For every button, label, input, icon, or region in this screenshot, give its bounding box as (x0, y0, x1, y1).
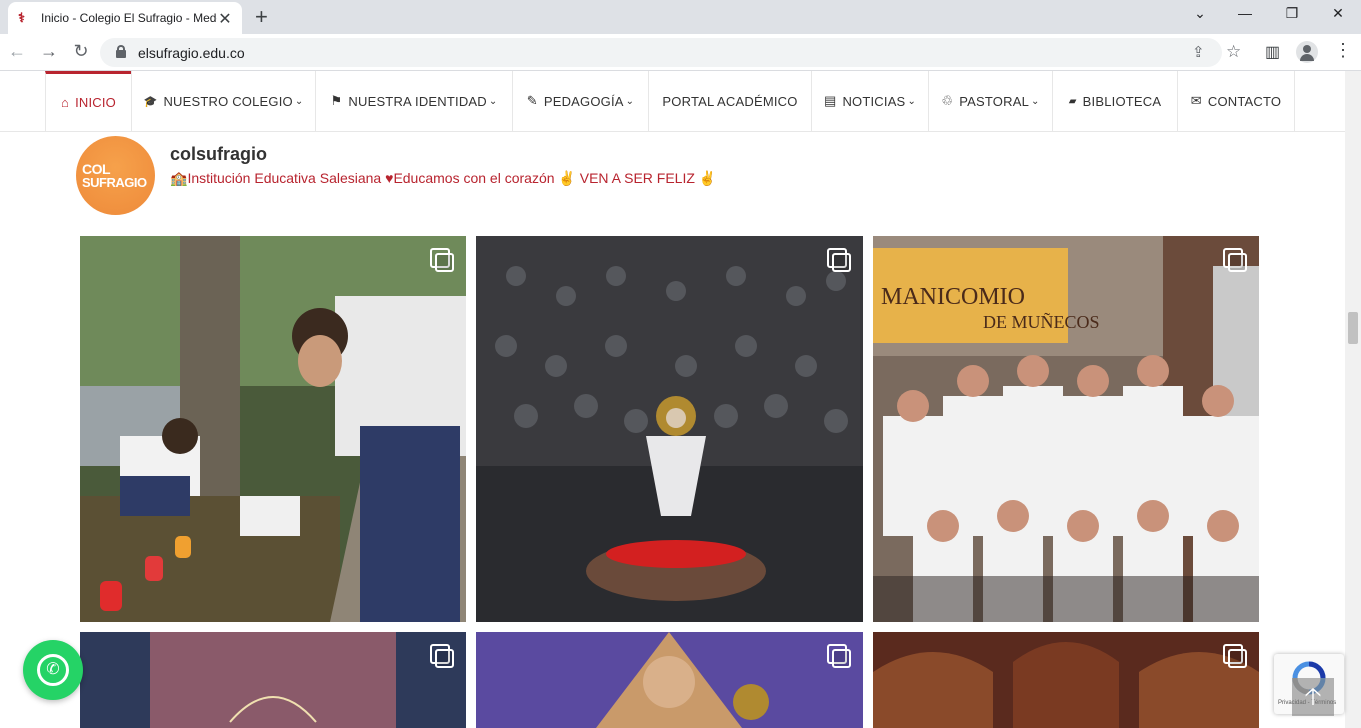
forward-button[interactable]: → (38, 41, 60, 62)
new-tab-button[interactable]: + (255, 4, 268, 30)
nav-label: CONTACTO (1207, 93, 1282, 109)
tab-search-icon[interactable]: ⌄ (1177, 5, 1223, 22)
instagram-post[interactable]: MANICOMIO DE MUÑECOS (873, 236, 1259, 622)
multiple-images-icon (827, 644, 851, 668)
back-button[interactable]: ← (6, 41, 28, 62)
site-navigation: ⌂ INICIO 🎓 NUESTRO COLEGIO ⌄ ⚑ NUESTRA I… (0, 71, 1345, 132)
post-image-ceremony (476, 236, 863, 622)
svg-text:DE MUÑECOS: DE MUÑECOS (983, 311, 1100, 332)
instagram-post[interactable] (80, 632, 466, 728)
nav-item-nuestro-colegio[interactable]: 🎓 NUESTRO COLEGIO ⌄ (131, 71, 315, 131)
side-panel-icon[interactable]: ▥ (1265, 42, 1280, 62)
nav-item-portal-academico[interactable]: PORTAL ACADÉMICO (648, 71, 811, 131)
nav-item-inicio[interactable]: ⌂ INICIO (45, 71, 131, 131)
bio-text-1: Institución Educativa Salesiana (187, 170, 386, 186)
nav-label: NUESTRO COLEGIO (163, 93, 293, 109)
victory-hand-icon: ✌ (698, 170, 717, 186)
post-image-students: MANICOMIO DE MUÑECOS (873, 236, 1259, 622)
post-image-church (873, 632, 1259, 728)
avatar-line2: SUFRAGIO (82, 175, 147, 190)
nav-label: PEDAGOGÍA (543, 93, 624, 109)
nav-label: INICIO (75, 95, 116, 110)
bio-text-2: Educamos con el corazón (393, 170, 559, 186)
hands-icon: ♲ (941, 93, 954, 108)
page-scrollbar[interactable] (1345, 71, 1361, 728)
instagram-post[interactable] (80, 236, 466, 622)
chevron-down-icon: ⌄ (625, 95, 635, 107)
nav-item-nuestra-identidad[interactable]: ⚑ NUESTRA IDENTIDAD ⌄ (315, 71, 512, 131)
nav-label: PORTAL ACADÉMICO (662, 93, 798, 109)
victory-hand-icon: ✌ (558, 170, 576, 186)
instagram-username[interactable]: colsufragio (170, 144, 267, 165)
browser-menu-icon[interactable]: ⋮ (1334, 40, 1352, 61)
home-icon: ⌂ (61, 95, 70, 110)
instagram-avatar[interactable]: COL SUFRAGIO (76, 136, 155, 215)
site-favicon-icon: ⚕ (18, 10, 26, 25)
nav-label: PASTORAL (959, 93, 1030, 109)
nav-label: NOTICIAS (842, 93, 906, 109)
phone-icon: ✆ (46, 661, 60, 678)
post-image-virgin (476, 632, 863, 728)
multiple-images-icon (1223, 248, 1247, 272)
close-window-button[interactable]: ✕ (1315, 5, 1361, 22)
sign-text: MANICOMIO (881, 284, 1025, 310)
envelope-icon: ✉ (1190, 93, 1202, 108)
multiple-images-icon (827, 248, 851, 272)
minimize-button[interactable]: — (1222, 5, 1268, 21)
chevron-down-icon: ⌄ (907, 95, 917, 107)
instagram-bio: 🏫Institución Educativa Salesiana ♥Educam… (170, 170, 716, 187)
nav-item-pedagogia[interactable]: ✎ PEDAGOGÍA ⌄ (512, 71, 648, 131)
browser-tabstrip: ⚕ Inicio - Colegio El Sufragio - Medellí… (0, 0, 1361, 34)
tab-title: Inicio - Colegio El Sufragio - Medellín (41, 11, 217, 25)
post-image-gardening (80, 236, 466, 622)
address-bar[interactable]: elsufragio.edu.co ⇪ ☆ (100, 38, 1241, 67)
whatsapp-button[interactable]: ✆ (23, 640, 83, 700)
nav-item-noticias[interactable]: ▤ NOTICIAS ⌄ (811, 71, 928, 131)
multiple-images-icon (430, 644, 454, 668)
multiple-images-icon (1223, 644, 1247, 668)
chevron-down-icon: ⌄ (1031, 95, 1040, 107)
nav-item-biblioteca[interactable]: ▰ BIBLIOTECA (1052, 71, 1177, 131)
chevron-down-icon: ⌄ (294, 95, 304, 107)
nav-item-contacto[interactable]: ✉ CONTACTO (1177, 71, 1295, 131)
post-image-stage (80, 632, 466, 728)
instagram-post[interactable] (476, 632, 863, 728)
lock-icon[interactable] (116, 45, 126, 58)
instagram-post[interactable] (873, 632, 1259, 728)
nav-item-pastoral[interactable]: ♲ PASTORAL ⌄ (928, 71, 1052, 131)
nav-label: NUESTRA IDENTIDAD (348, 93, 487, 109)
scrollbar-thumb[interactable] (1348, 312, 1358, 344)
flag-icon: ⚑ (330, 93, 343, 108)
nav-label: BIBLIOTECA (1082, 93, 1162, 109)
graduation-cap-icon: 🎓 (143, 95, 158, 108)
newspaper-icon: ▤ (823, 93, 837, 108)
book-icon: ▰ (1068, 95, 1077, 107)
chevron-down-icon: ⌄ (488, 95, 498, 107)
bio-text-3: VEN A SER FELIZ (575, 170, 699, 186)
reload-button[interactable]: ↻ (70, 41, 92, 62)
bookmark-star-icon[interactable]: ☆ (1226, 42, 1241, 62)
school-emoji-icon: 🏫 (170, 170, 188, 186)
browser-tab[interactable]: ⚕ Inicio - Colegio El Sufragio - Medellí… (8, 2, 242, 34)
browser-toolbar: ← → ↻ elsufragio.edu.co ⇪ ☆ ▥ ⋮ (0, 34, 1361, 71)
close-tab-icon[interactable]: ✕ (216, 9, 234, 29)
multiple-images-icon (430, 248, 454, 272)
back-to-top-button[interactable]: 🡡 (1292, 678, 1334, 716)
profile-avatar-icon[interactable] (1296, 41, 1318, 63)
pencil-icon: ✎ (526, 93, 538, 108)
url-text[interactable]: elsufragio.edu.co (138, 45, 245, 61)
avatar-logo: COL SUFRAGIO (82, 162, 152, 190)
restore-button[interactable]: ❐ (1269, 5, 1315, 22)
instagram-post[interactable] (476, 236, 863, 622)
share-icon[interactable]: ⇪ (1192, 43, 1205, 61)
